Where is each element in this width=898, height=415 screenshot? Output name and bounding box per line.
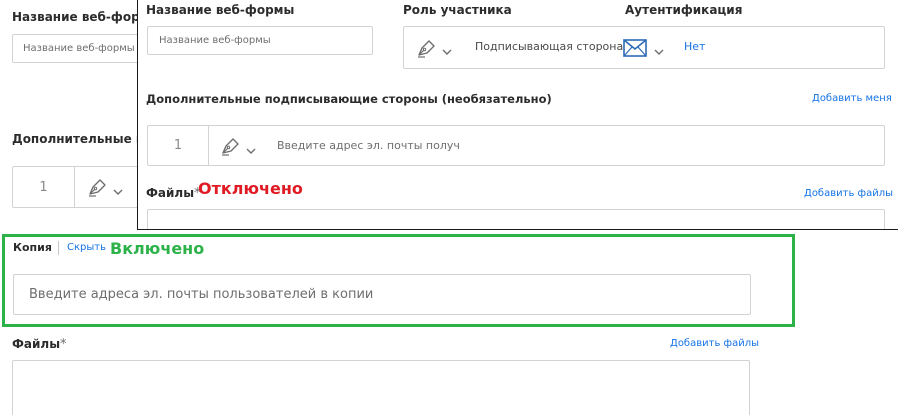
chevron-down-icon[interactable] (112, 182, 124, 195)
signer-index: 1 (13, 167, 75, 207)
overlay-additional-signers-label: Дополнительные подписывающие стороны (не… (146, 92, 552, 106)
role-auth-field[interactable]: Подписывающая сторона Нет (403, 26, 885, 69)
overlay-webform-name-label: Название веб-формы (146, 3, 295, 17)
overlay-files-dropzone[interactable] (147, 209, 885, 229)
webform-name-placeholder: Название веб-формы (23, 43, 135, 54)
pen-signer-icon[interactable] (220, 136, 242, 156)
disabled-state-screenshot: Название веб-формы Название веб-формы Ро… (137, 0, 898, 230)
overlay-webform-name-input[interactable]: Название веб-формы (147, 26, 373, 55)
cc-placeholder: Введите адреса эл. почты пользователей в… (29, 287, 374, 302)
auth-value: Нет (684, 40, 706, 53)
pen-signer-icon[interactable] (87, 177, 109, 197)
cc-input[interactable]: Введите адреса эл. почты пользователей в… (13, 274, 751, 315)
overlay-signer-index: 1 (148, 126, 209, 165)
enabled-state-highlight: Копия Скрыть Включено Введите адреса эл.… (2, 234, 795, 327)
email-envelope-icon[interactable] (623, 39, 647, 57)
enabled-annotation: Включено (110, 239, 205, 258)
disabled-annotation: Отключено (198, 179, 303, 198)
files-dropzone[interactable] (12, 360, 750, 415)
add-files-link[interactable]: Добавить файлы (670, 338, 759, 349)
role-value: Подписывающая сторона (475, 40, 624, 53)
role-label: Роль участника (403, 3, 512, 17)
chevron-down-icon[interactable] (653, 42, 665, 55)
chevron-down-icon[interactable] (441, 42, 453, 55)
hide-link[interactable]: Скрыть (67, 242, 106, 253)
additional-signer-row[interactable]: 1 (12, 166, 152, 208)
auth-label: Аутентификация (625, 3, 743, 17)
overlay-additional-signer-row[interactable]: 1 Введите адрес эл. почты получ (147, 125, 885, 166)
chevron-down-icon[interactable] (245, 141, 257, 154)
overlay-webform-name-placeholder: Название веб-формы (159, 35, 271, 46)
overlay-files-label: Файлы* (146, 186, 201, 201)
signer-email-placeholder: Введите адрес эл. почты получ (277, 139, 460, 152)
add-me-link[interactable]: Добавить меня (812, 93, 892, 104)
copy-label: Копия (13, 241, 52, 254)
overlay-add-files-link[interactable]: Добавить файлы (804, 188, 893, 199)
copy-divider (58, 241, 59, 255)
webform-name-input[interactable]: Название веб-формы (12, 34, 152, 63)
pen-signer-icon[interactable] (416, 38, 438, 58)
files-label: Файлы* (12, 337, 67, 352)
